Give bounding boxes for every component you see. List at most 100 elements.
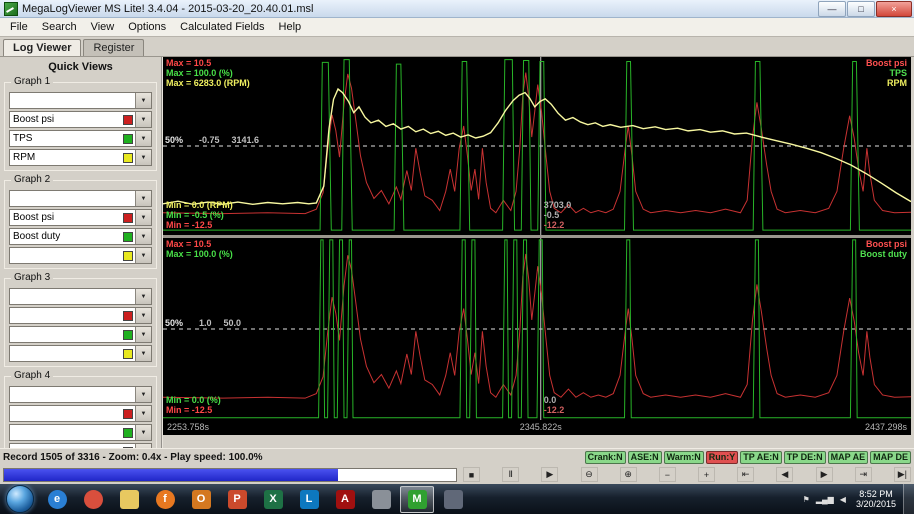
graph-source-selector[interactable]: ▼ [9,92,152,109]
field-selector-item[interactable]: ▼ [9,345,152,362]
taskbar-lync[interactable]: L [292,486,326,513]
menu-options[interactable]: Options [121,21,173,33]
play-to-end-button[interactable]: ▶| [894,467,911,482]
chevron-down-icon[interactable]: ▼ [135,112,151,127]
chevron-down-icon[interactable]: ▼ [135,210,151,225]
field-selector-item[interactable]: ▼ [9,307,152,324]
tab-log-viewer[interactable]: Log Viewer [3,39,81,56]
cursor-value-labels-entry: -12.2 [544,405,565,415]
taskbar-megalogviewer[interactable]: M [400,486,434,513]
taskbar-utility-app[interactable] [364,486,398,513]
chevron-down-icon[interactable]: ▼ [135,406,151,421]
clock-time: 8:52 PM [856,489,896,499]
field-selector-item[interactable]: ▼ [9,405,152,422]
engine-status-indicators: Crank:NASE:NWarm:NRun:YTP AE:NTP DE:NMAP… [585,451,911,464]
menubar: FileSearchViewOptionsCalculated FieldsHe… [0,18,914,37]
stop-button[interactable]: ■ [463,467,480,482]
chevron-down-icon[interactable]: ▼ [135,387,151,402]
step-forward-button[interactable]: ▶ [816,467,833,482]
playback-controls: ■ Ⅱ ▶ ⊖ ⊕ − + ⇤ ◀ ▶ ⇥ ▶| [463,467,911,482]
group-label: Graph 2 [11,174,53,185]
field-selector-boost-psi[interactable]: Boost psi ▼ [9,111,152,128]
field-selector-item[interactable]: ▼ [9,326,152,343]
taskbar-acrobat-reader[interactable]: A [328,486,362,513]
field-selector-boost-psi[interactable]: Boost psi▼ [9,209,152,226]
chevron-down-icon[interactable]: ▼ [135,327,151,342]
chevron-down-icon[interactable]: ▼ [135,346,151,361]
skip-end-button[interactable]: ⇥ [855,467,872,482]
zoom-out-button[interactable]: ⊖ [581,467,598,482]
menu-file[interactable]: File [3,21,35,33]
taskbar-internet-explorer[interactable]: e [40,486,74,513]
volume-icon[interactable]: ◀ [840,495,846,504]
network-icon[interactable]: ▂▄▆ [816,495,834,504]
start-button[interactable] [6,485,34,513]
field-color-swatch [123,447,133,449]
taskbar-outlook[interactable]: O [184,486,218,513]
graph-bottom[interactable]: Max = 10.5Max = 100.0 (%)Boost psiBoost … [163,238,911,420]
quick-view-group-graph-4: Graph 4▼▼▼▼ [4,376,157,448]
taskbar-media-app[interactable] [436,486,470,513]
graph-source-selector[interactable]: ▼ [9,288,152,305]
taskbar-firefox[interactable]: f [148,486,182,513]
field-color-swatch [123,153,133,163]
menu-help[interactable]: Help [272,21,309,33]
graph-source-selector[interactable]: ▼ [9,386,152,403]
indicator-map-ae: MAP AE [828,451,869,464]
timeline: 2253.758s 2345.822s 2437.298s [163,420,911,435]
close-button[interactable]: × [876,1,912,17]
chevron-down-icon[interactable]: ▼ [135,131,151,146]
minimize-button[interactable]: — [818,1,846,17]
indicator-warm-n: Warm:N [664,451,704,464]
pause-button[interactable]: Ⅱ [502,467,519,482]
field-label: Boost psi [10,114,123,125]
cursor-value-labels: 3703.0-0.5-12.2 [544,200,572,230]
chevron-down-icon[interactable]: ▼ [135,93,151,108]
graph-top[interactable]: Max = 10.5Max = 100.0 (%)Max = 6283.0 (R… [163,57,911,235]
graph-source-selector[interactable]: ▼ [9,190,152,207]
playback-progress[interactable] [3,468,457,482]
field-selector-rpm[interactable]: RPM▼ [9,149,152,166]
field-selector-boost-duty[interactable]: Boost duty▼ [9,228,152,245]
taskbar-clock[interactable]: 8:52 PM 3/20/2015 [856,489,896,509]
field-selector-tps[interactable]: TPS▼ [9,130,152,147]
firefox-icon: f [156,490,175,509]
chevron-down-icon[interactable]: ▼ [135,289,151,304]
step-back-button[interactable]: ◀ [776,467,793,482]
taskbar-powerpoint[interactable]: P [220,486,254,513]
field-selector-item[interactable]: ▼ [9,443,152,448]
field-color-swatch [123,232,133,242]
chevron-down-icon[interactable]: ▼ [135,150,151,165]
field-color-swatch [123,311,133,321]
maximize-button[interactable]: □ [847,1,875,17]
taskbar-excel[interactable]: X [256,486,290,513]
menu-view[interactable]: View [84,21,122,33]
graph-area: Max = 10.5Max = 100.0 (%)Max = 6283.0 (R… [163,57,911,448]
skip-start-button[interactable]: ⇤ [737,467,754,482]
chevron-down-icon[interactable]: ▼ [135,425,151,440]
field-selector-item[interactable]: ▼ [9,424,152,441]
action-center-icon[interactable]: ⚑ [803,495,810,504]
chevron-down-icon[interactable]: ▼ [135,248,151,263]
indicator-crank-n: Crank:N [585,451,626,464]
zoom-in-button[interactable]: ⊕ [620,467,637,482]
indicator-run-y: Run:Y [706,451,739,464]
menu-calculated-fields[interactable]: Calculated Fields [173,21,271,33]
cursor-value-labels-entry: -0.5 [544,210,572,220]
play-button[interactable]: ▶ [541,467,558,482]
titlebar[interactable]: MegaLogViewer MS Lite! 3.4.04 - 2015-03-… [0,0,914,18]
show-desktop-button[interactable] [903,484,914,514]
chevron-down-icon[interactable]: ▼ [135,444,151,448]
taskbar-chrome[interactable] [76,486,110,513]
field-color-swatch [123,213,133,223]
chevron-down-icon[interactable]: ▼ [135,308,151,323]
line-value: 50.0 [224,318,242,328]
tab-register[interactable]: Register [83,39,144,56]
speed-up-button[interactable]: + [698,467,715,482]
taskbar-windows-explorer[interactable] [112,486,146,513]
chevron-down-icon[interactable]: ▼ [135,191,151,206]
chevron-down-icon[interactable]: ▼ [135,229,151,244]
menu-search[interactable]: Search [35,21,84,33]
field-selector-item[interactable]: ▼ [9,247,152,264]
speed-down-button[interactable]: − [659,467,676,482]
